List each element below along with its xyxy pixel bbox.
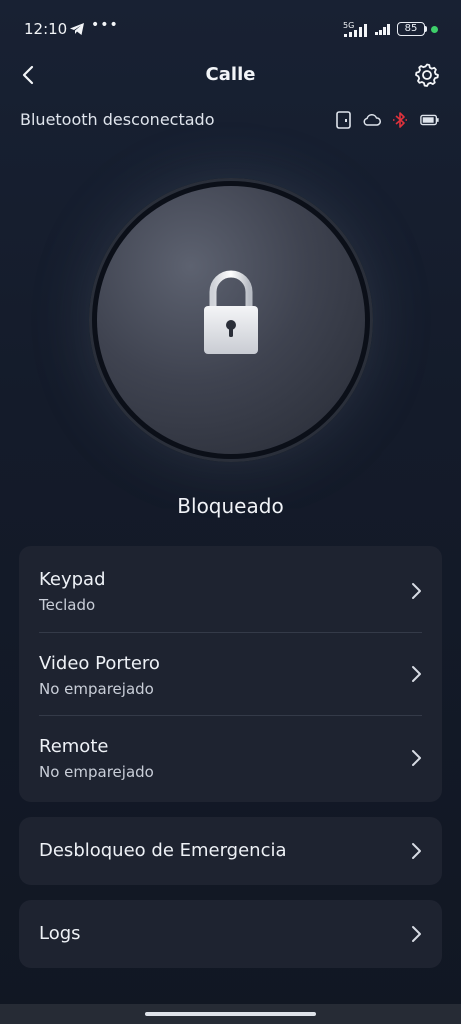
menu-item-subtitle: No emparejado [39,680,154,698]
menu-item-title: Logs [39,923,81,944]
lock-status-label: Bloqueado [177,494,284,518]
more-dots-icon: ••• [91,17,119,33]
app-header: Calle [0,58,461,94]
signal-5g-icon: 5G [343,21,367,37]
bluetooth-off-icon [393,112,407,128]
chevron-right-icon [412,843,421,859]
battery-level: 85 [404,23,418,34]
menu-item-subtitle: Teclado [39,596,96,614]
menu-item-remote[interactable]: Remote No emparejado [19,716,442,802]
privacy-indicator-dot [431,26,438,33]
menu-item-title: Remote [39,736,109,757]
menu-item-video-portero[interactable]: Video Portero No emparejado [19,633,442,715]
cloud-icon [363,114,381,126]
page-title: Calle [205,64,256,85]
menu-item-title: Video Portero [39,653,160,674]
menu-item-keypad[interactable]: Keypad Teclado [19,546,442,632]
home-indicator[interactable] [145,1012,316,1016]
chevron-right-icon [412,750,421,766]
accessories-card: Keypad Teclado Video Portero No empareja… [19,546,442,802]
status-time: 12:10 [24,20,68,38]
signal-icon [375,24,390,35]
padlock-icon [204,270,258,354]
telegram-icon [70,23,84,35]
battery-icon: 85 [397,22,425,36]
menu-item-title: Desbloqueo de Emergencia [39,840,287,861]
menu-item-logs[interactable]: Logs [19,900,442,968]
menu-item-subtitle: No emparejado [39,763,154,781]
battery-icon [420,114,439,126]
status-bar: 12:10 ••• 5G 85 [0,0,461,58]
door-icon [336,111,351,129]
bluetooth-status-text: Bluetooth desconectado [20,110,215,129]
connection-status-row: Bluetooth desconectado [0,106,461,134]
menu-item-emergency-unlock[interactable]: Desbloqueo de Emergencia [19,817,442,885]
menu-item-title: Keypad [39,569,106,590]
network-label: 5G [343,21,354,30]
chevron-right-icon [412,583,421,599]
battery-tip [425,26,427,32]
chevron-right-icon [412,926,421,942]
gear-icon[interactable] [414,62,440,88]
chevron-right-icon [412,666,421,682]
